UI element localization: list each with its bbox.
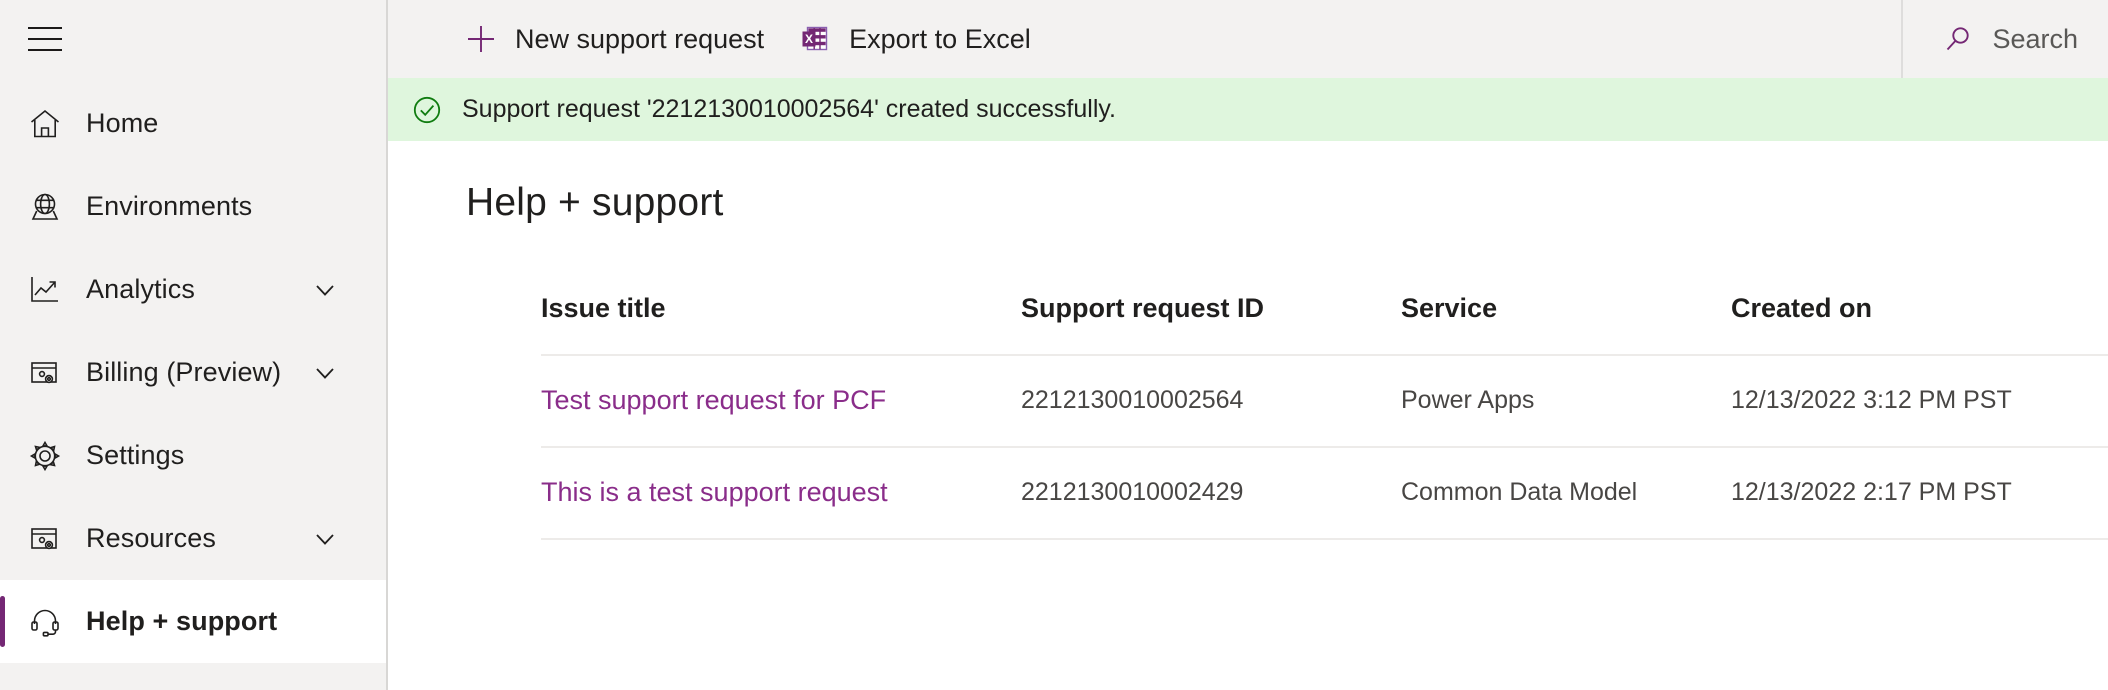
chart-icon <box>22 267 68 313</box>
sidebar-item-label: Analytics <box>86 274 195 304</box>
cell-support-request-id: 2212130010002429 <box>1021 447 1401 540</box>
support-requests-table-wrap: Issue title Support request ID Service C… <box>541 293 2108 540</box>
sidebar-item-environments[interactable]: Environments <box>0 165 386 248</box>
command-bar: New support request X Export to Excel Se… <box>388 0 2108 78</box>
gear-icon <box>22 433 68 479</box>
cell-support-request-id: 2212130010002564 <box>1021 355 1401 448</box>
page-title: Help + support <box>466 181 724 224</box>
sidebar-item-label: Environments <box>86 191 253 221</box>
sidebar-item-label: Settings <box>86 440 185 470</box>
content-area: Help + support Issue title Support reque… <box>388 141 2108 690</box>
support-requests-table: Issue title Support request ID Service C… <box>541 293 2108 540</box>
cell-issue-title: This is a test support request <box>541 447 1021 540</box>
cell-service: Power Apps <box>1401 355 1731 448</box>
sidebar-item-label: Billing (Preview) <box>86 357 282 387</box>
sidebar-item-resources[interactable]: Resources <box>0 497 386 580</box>
headset-icon <box>22 599 68 645</box>
new-support-request-label: New support request <box>515 23 765 54</box>
column-header-issue-title[interactable]: Issue title <box>541 293 1021 356</box>
billing-icon <box>22 350 68 396</box>
column-header-support-request-id[interactable]: Support request ID <box>1021 293 1401 356</box>
sidebar: Home Environments Analytics Billing (Pre… <box>0 0 388 690</box>
chevron-down-icon[interactable] <box>312 526 338 552</box>
cell-created-on: 12/13/2022 2:17 PM PST <box>1731 447 2108 540</box>
chevron-down-icon[interactable] <box>312 360 338 386</box>
check-circle-icon <box>410 93 444 127</box>
issue-title-link[interactable]: Test support request for PCF <box>541 385 886 415</box>
table-row[interactable]: Test support request for PCF 22121300100… <box>541 355 2108 448</box>
chevron-down-icon[interactable] <box>312 277 338 303</box>
table-row[interactable]: This is a test support request 221213001… <box>541 447 2108 540</box>
sidebar-nav-list: Home Environments Analytics Billing (Pre… <box>0 82 386 663</box>
cell-service: Common Data Model <box>1401 447 1731 540</box>
search-input[interactable]: Search <box>1901 0 2108 78</box>
sidebar-item-label: Home <box>86 108 159 138</box>
export-to-excel-button[interactable]: X Export to Excel <box>780 0 1047 78</box>
new-support-request-button[interactable]: New support request <box>446 0 780 78</box>
sidebar-item-analytics[interactable]: Analytics <box>0 248 386 331</box>
hamburger-icon[interactable] <box>22 16 68 62</box>
globe-icon <box>22 184 68 230</box>
search-icon <box>1941 22 1975 56</box>
sidebar-item-label: Resources <box>86 523 216 553</box>
column-header-created-on[interactable]: Created on <box>1731 293 2108 356</box>
sidebar-item-label: Help + support <box>86 606 278 636</box>
app-root: Home Environments Analytics Billing (Pre… <box>0 0 2108 690</box>
plus-icon <box>462 20 500 58</box>
svg-text:X: X <box>805 32 813 46</box>
table-header-row: Issue title Support request ID Service C… <box>541 293 2108 356</box>
issue-title-link[interactable]: This is a test support request <box>541 477 888 507</box>
cell-created-on: 12/13/2022 3:12 PM PST <box>1731 355 2108 448</box>
column-header-service[interactable]: Service <box>1401 293 1731 356</box>
hamburger-wrap <box>0 0 386 78</box>
home-icon <box>22 101 68 147</box>
sidebar-item-home[interactable]: Home <box>0 82 386 165</box>
success-banner: Support request '2212130010002564' creat… <box>388 78 2108 141</box>
sidebar-item-help-support[interactable]: Help + support <box>0 580 386 663</box>
table-head: Issue title Support request ID Service C… <box>541 293 2108 356</box>
cell-issue-title: Test support request for PCF <box>541 355 1021 448</box>
sidebar-item-billing[interactable]: Billing (Preview) <box>0 331 386 414</box>
success-banner-message: Support request '2212130010002564' creat… <box>462 95 1116 123</box>
excel-icon: X <box>796 20 834 58</box>
main-region: New support request X Export to Excel Se… <box>388 0 2108 690</box>
sidebar-item-settings[interactable]: Settings <box>0 414 386 497</box>
search-placeholder: Search <box>1992 23 2078 54</box>
export-to-excel-label: Export to Excel <box>849 23 1031 54</box>
resources-icon <box>22 516 68 562</box>
table-body: Test support request for PCF 22121300100… <box>541 355 2108 540</box>
